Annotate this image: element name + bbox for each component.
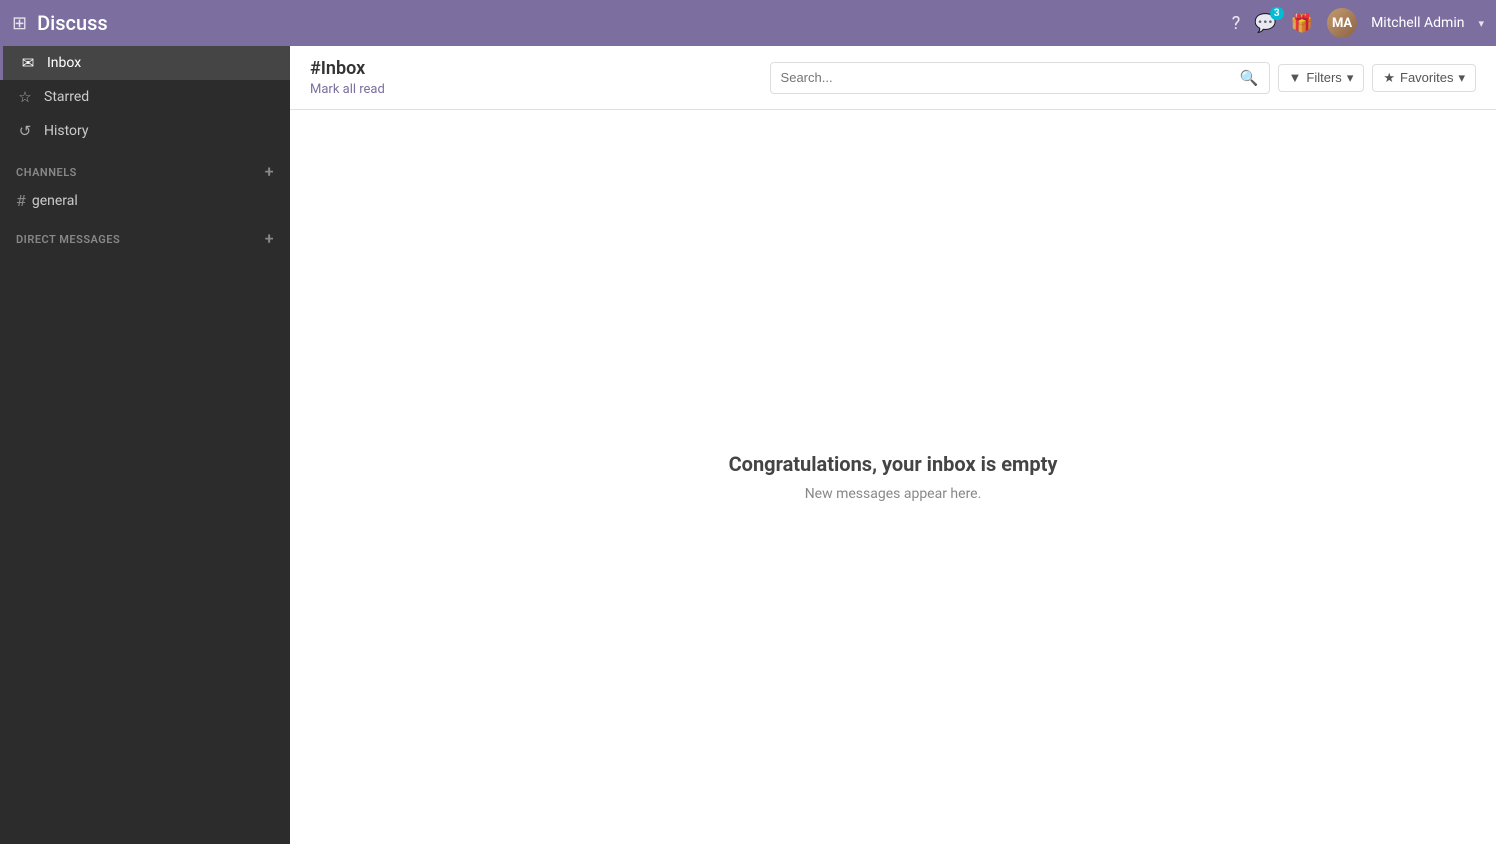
direct-messages-section-header: DIRECT MESSAGES + — [0, 215, 290, 253]
channel-hash-icon: # — [16, 191, 26, 210]
sidebar-item-inbox[interactable]: ✉ Inbox — [0, 46, 290, 80]
main-content: #Inbox Mark all read 🔍 ▼ Filters ▾ ★ Fav… — [290, 46, 1496, 844]
sidebar-item-history[interactable]: ↺ History — [0, 114, 290, 148]
filter-icon: ▼ — [1289, 70, 1302, 85]
history-icon: ↺ — [16, 122, 34, 140]
content-area: ✉ Inbox ☆ Starred ↺ History CHANNELS + #… — [0, 46, 1496, 844]
sidebar-item-starred[interactable]: ☆ Starred — [0, 80, 290, 114]
inbox-icon: ✉ — [19, 54, 37, 72]
filters-dropdown-icon: ▾ — [1347, 70, 1354, 86]
search-box: 🔍 — [770, 62, 1270, 94]
main-header-right: 🔍 ▼ Filters ▾ ★ Favorites ▾ — [770, 62, 1476, 94]
star-icon: ☆ — [16, 88, 34, 106]
app-title: Discuss — [37, 11, 1232, 35]
add-dm-button[interactable]: + — [265, 231, 274, 247]
avatar[interactable]: MA — [1327, 8, 1357, 38]
channels-section-header: CHANNELS + — [0, 148, 290, 186]
main-header-left: #Inbox Mark all read — [310, 58, 385, 97]
sidebar-item-general[interactable]: # general — [0, 186, 290, 215]
page-title: #Inbox — [310, 58, 385, 79]
user-dropdown-arrow[interactable]: ▾ — [1478, 17, 1484, 30]
favorites-button[interactable]: ★ Favorites ▾ — [1372, 64, 1476, 92]
channel-general-label: general — [32, 193, 78, 209]
grid-icon[interactable]: ⊞ — [12, 13, 27, 34]
topnav-actions: ? 💬 3 🎁 MA Mitchell Admin ▾ — [1232, 8, 1484, 38]
favorites-label: Favorites — [1400, 70, 1453, 85]
star-filled-icon: ★ — [1383, 70, 1395, 86]
filters-button[interactable]: ▼ Filters ▾ — [1278, 64, 1365, 92]
empty-subtitle: New messages appear here. — [805, 486, 982, 502]
inbox-empty: Congratulations, your inbox is empty New… — [290, 110, 1496, 844]
search-input[interactable] — [771, 64, 1230, 91]
channels-label: CHANNELS — [16, 166, 77, 179]
sidebar: ✉ Inbox ☆ Starred ↺ History CHANNELS + #… — [0, 46, 290, 844]
direct-messages-label: DIRECT MESSAGES — [16, 233, 120, 246]
main-header: #Inbox Mark all read 🔍 ▼ Filters ▾ ★ Fav… — [290, 46, 1496, 110]
add-channel-button[interactable]: + — [265, 164, 274, 180]
empty-title: Congratulations, your inbox is empty — [729, 452, 1058, 476]
chat-badge: 3 — [1270, 7, 1284, 20]
search-button[interactable]: 🔍 — [1230, 63, 1269, 93]
chat-icon[interactable]: 💬 3 — [1254, 13, 1276, 34]
favorites-dropdown-icon: ▾ — [1458, 70, 1465, 86]
gift-icon[interactable]: 🎁 — [1291, 13, 1313, 34]
avatar-image: MA — [1327, 8, 1357, 38]
username[interactable]: Mitchell Admin — [1371, 15, 1464, 31]
topnav: ⊞ Discuss ? 💬 3 🎁 MA Mitchell Admin ▾ — [0, 0, 1496, 46]
filters-label: Filters — [1306, 70, 1341, 85]
sidebar-item-history-label: History — [44, 123, 89, 139]
sidebar-item-starred-label: Starred — [44, 89, 89, 105]
help-icon[interactable]: ? — [1232, 13, 1241, 34]
sidebar-item-inbox-label: Inbox — [47, 55, 81, 71]
mark-all-read-button[interactable]: Mark all read — [310, 82, 385, 97]
